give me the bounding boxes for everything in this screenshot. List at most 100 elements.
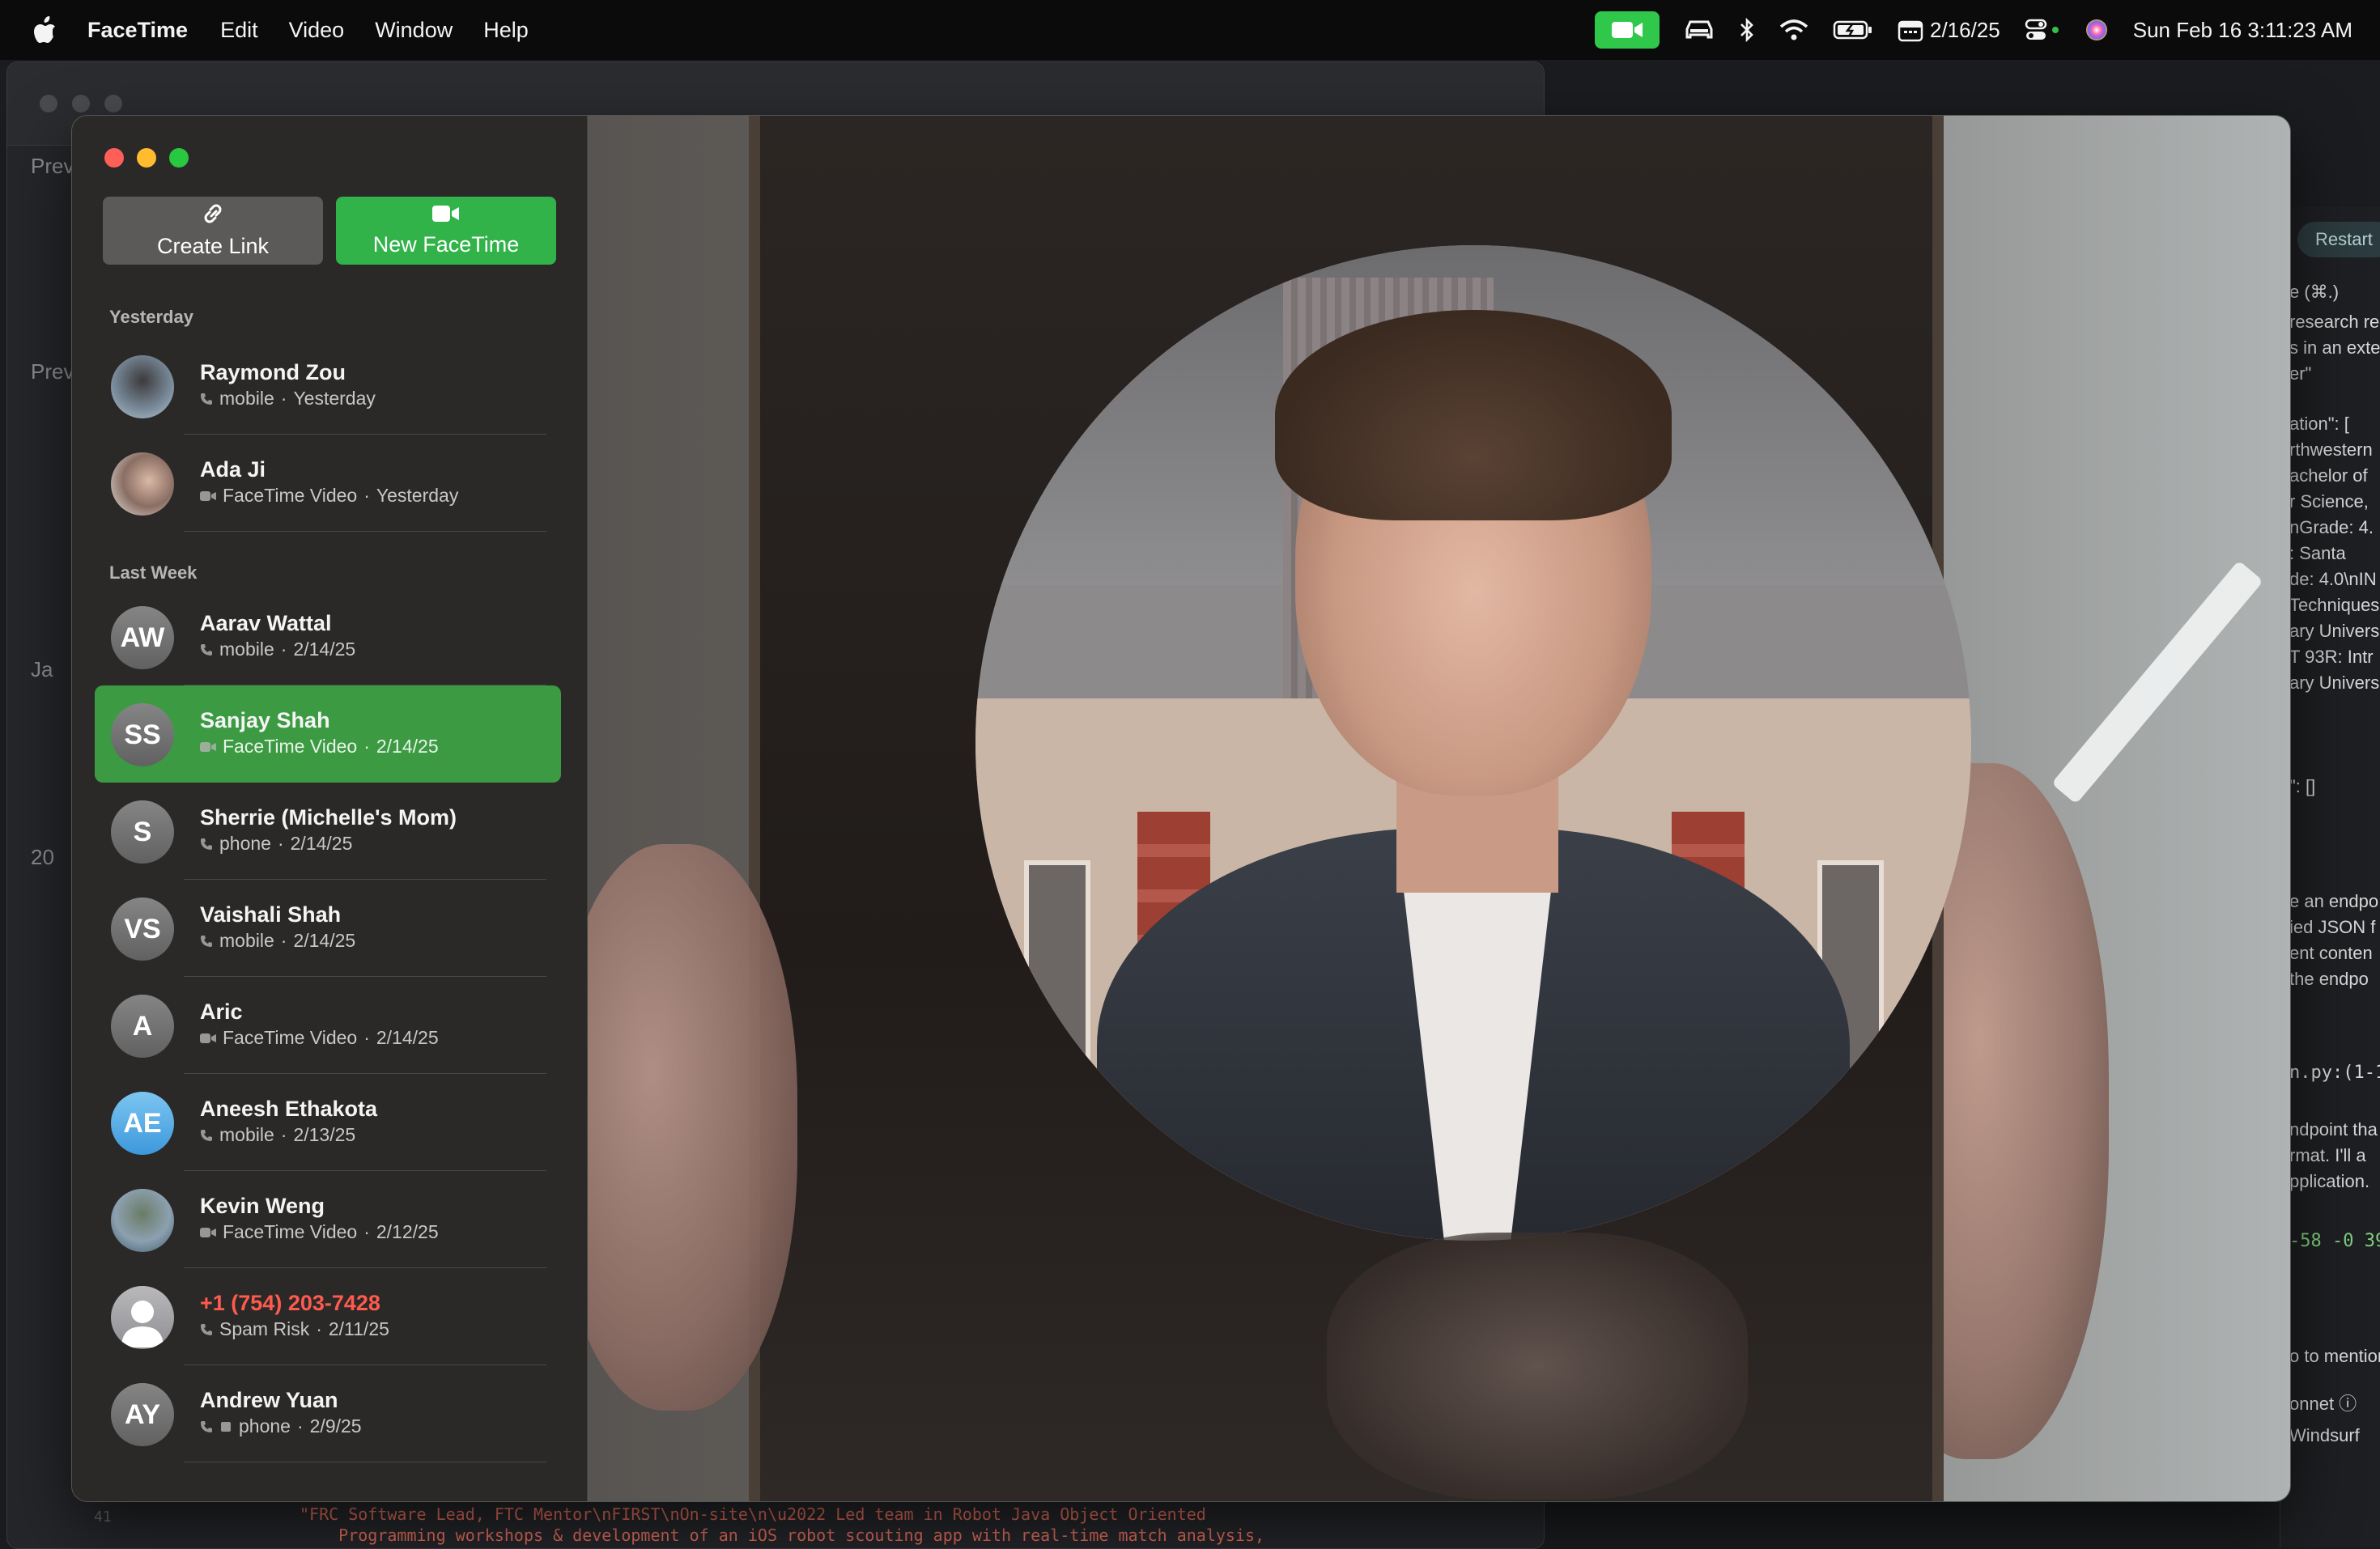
video-camera-icon	[431, 204, 461, 229]
phone-call-icon	[200, 393, 213, 405]
call-history-row[interactable]: Ada Ji FaceTime Video · Yesterday	[95, 435, 561, 532]
contact-name: Raymond Zou	[200, 360, 346, 384]
call-history-row[interactable]: AY Andrew Yuan phone · 2/9/25	[95, 1365, 561, 1462]
menu-window[interactable]: Window	[375, 18, 453, 43]
assistant-text-line: ": []	[2289, 776, 2316, 796]
call-details: FaceTime Video · 2/12/25	[200, 1221, 439, 1243]
zoom-button[interactable]	[169, 148, 189, 168]
video-call-icon	[200, 741, 216, 753]
assistant-text-line: -58 -0 394	[2289, 1231, 2380, 1251]
contact-name: Andrew Yuan	[200, 1388, 338, 1412]
calendar-icon[interactable]: 2/16/25	[1898, 18, 2000, 43]
minimize-button[interactable]	[137, 148, 156, 168]
separator: ·	[296, 1415, 304, 1437]
video-call-icon	[200, 1227, 216, 1238]
call-history-row[interactable]: AW Aarav Wattal mobile · 2/14/25	[95, 588, 561, 685]
video-call-icon	[200, 1033, 216, 1044]
assistant-text-line: ation": [	[2289, 414, 2349, 434]
call-date: 2/13/25	[293, 1124, 356, 1145]
assistant-text-line: nGrade: 4.	[2289, 517, 2374, 537]
call-history-row[interactable]: VS Vaishali Shah mobile · 2/14/25	[95, 880, 561, 977]
device-icon	[219, 1420, 232, 1433]
contact-initials-avatar: AE	[111, 1092, 174, 1155]
contact-photo-avatar	[111, 355, 174, 418]
call-history-row[interactable]: Raymond Zou mobile · Yesterday	[95, 337, 561, 435]
unknown-person-icon	[111, 1286, 174, 1349]
phone-call-icon	[200, 1323, 213, 1336]
assistant-text-line: er"	[2289, 363, 2312, 384]
call-date: 2/14/25	[293, 639, 356, 660]
menu-clock[interactable]: Sun Feb 16 3:11:23 AM	[2133, 18, 2352, 43]
call-history-row[interactable]: A Aric FaceTime Video · 2/14/25	[95, 977, 561, 1074]
siri-icon[interactable]	[2085, 18, 2109, 42]
call-date: 2/12/25	[376, 1221, 439, 1242]
phone-call-icon	[200, 643, 213, 656]
call-history-row[interactable]: Kevin Weng FaceTime Video · 2/12/25	[95, 1171, 561, 1268]
call-details: mobile · 2/14/25	[200, 639, 355, 660]
contact-name: Ada Ji	[200, 457, 266, 482]
create-link-button[interactable]: Create Link	[103, 197, 323, 265]
hand-left	[587, 844, 797, 1411]
facetime-status-video-icon[interactable]	[1594, 11, 1660, 49]
call-history-row[interactable]: AE Aneesh Ethakota mobile · 2/13/25	[95, 1074, 561, 1171]
call-date: 2/14/25	[290, 833, 353, 854]
assistant-text-line: rthwestern	[2289, 439, 2373, 460]
contact-name: Sanjay Shah	[200, 708, 330, 732]
call-type: FaceTime Video	[223, 736, 358, 757]
restart-button[interactable]: Restart	[2297, 222, 2380, 257]
call-type: FaceTime Video	[223, 1221, 358, 1242]
call-type: phone	[239, 1415, 291, 1437]
menu-help[interactable]: Help	[483, 18, 529, 43]
separator: ·	[363, 1027, 370, 1048]
held-phone	[749, 116, 1971, 1501]
assistant-text-line: r Science,	[2289, 491, 2369, 511]
car-icon[interactable]	[1684, 19, 1715, 40]
menu-edit[interactable]: Edit	[220, 18, 258, 43]
call-type: mobile	[219, 1124, 274, 1145]
apple-menu-icon[interactable]	[34, 16, 57, 44]
facetime-window: Create Link New FaceTime Yesterday Raymon…	[71, 115, 2291, 1502]
separator: ·	[363, 485, 370, 506]
battery-icon[interactable]	[1833, 19, 1873, 40]
assistant-text-line: pplication.	[2289, 1171, 2370, 1191]
section-label-yesterday: Yesterday	[109, 307, 193, 327]
contact-name: Kevin Weng	[200, 1194, 325, 1218]
status-date: 2/16/25	[1929, 17, 2000, 42]
new-facetime-button[interactable]: New FaceTime	[336, 197, 556, 265]
contact-name: Vaishali Shah	[200, 902, 342, 927]
new-facetime-label: New FaceTime	[372, 232, 520, 257]
assistant-text-line: Techniques	[2289, 595, 2380, 615]
row-divider	[184, 531, 546, 532]
video-call-icon	[200, 490, 216, 502]
assistant-text-line: onnet ⓘ	[2289, 1394, 2357, 1414]
bluetooth-icon[interactable]	[1739, 18, 1755, 42]
screen-reflection	[1327, 1233, 1748, 1500]
wifi-icon[interactable]	[1779, 19, 1808, 41]
separator: ·	[280, 1124, 287, 1145]
call-details: mobile · Yesterday	[200, 388, 376, 410]
call-type: mobile	[219, 639, 274, 660]
call-type: mobile	[219, 388, 274, 409]
menu-video[interactable]: Video	[289, 18, 345, 43]
separator: ·	[280, 388, 287, 409]
call-details: FaceTime Video · 2/14/25	[200, 1027, 439, 1049]
code-line: Programming workshops & development of a…	[300, 1526, 1265, 1545]
assistant-text-line: research re	[2289, 312, 2380, 332]
menu-app-facetime[interactable]: FaceTime	[87, 18, 188, 43]
assistant-text-line: s in an exte	[2289, 337, 2380, 358]
call-history-row[interactable]: S Sherrie (Michelle's Mom) phone · 2/14/25	[95, 783, 561, 880]
contact-name: +1 (754) 203-7428	[200, 1291, 380, 1315]
assistant-text-line: ary Univers	[2289, 673, 2380, 693]
code-line: "FRC Software Lead, FTC Mentor\nFIRST\nO…	[300, 1504, 1206, 1524]
call-date: Yesterday	[293, 388, 376, 409]
close-button[interactable]	[104, 148, 124, 168]
call-date: 2/14/25	[376, 1027, 439, 1048]
control-center-icon[interactable]	[2025, 18, 2060, 42]
call-date: 2/11/25	[328, 1318, 389, 1339]
photo-window	[1024, 860, 1090, 1080]
assistant-text-line: : Santa	[2289, 543, 2346, 563]
call-history-row[interactable]: SS Sanjay Shah FaceTime Video · 2/14/25	[95, 685, 561, 783]
call-history-row[interactable]: +1 (754) 203-7428 Spam Risk · 2/11/25	[95, 1268, 561, 1365]
photo-hair	[1275, 310, 1672, 520]
separator: ·	[363, 1221, 370, 1242]
